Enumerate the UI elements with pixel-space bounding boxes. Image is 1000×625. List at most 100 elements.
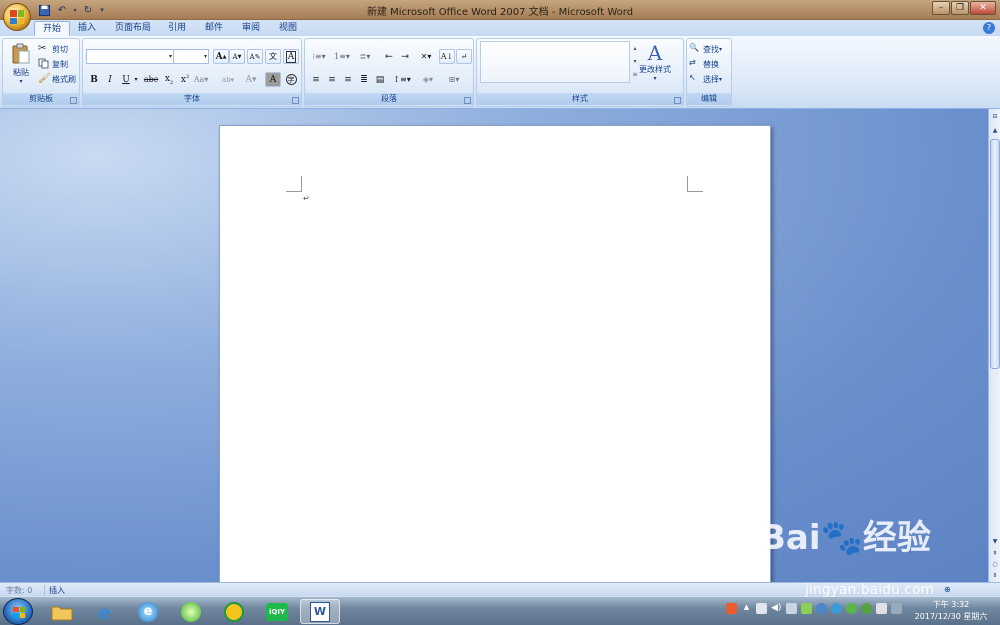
grow-font-button[interactable]: A ▲ (213, 49, 229, 64)
borders-button[interactable]: ⊞▾ (443, 72, 465, 87)
strikethrough-button[interactable]: abc (141, 72, 161, 87)
system-clock[interactable]: 下午 3:32 2017/12/30 星期六 (905, 599, 997, 623)
previous-page-icon[interactable]: ⇞ (990, 549, 1000, 559)
select-button[interactable]: ↖ 选择 ▾ (689, 73, 722, 85)
select-browse-object-icon[interactable]: ○ (990, 560, 1000, 570)
superscript-button[interactable]: x2 (177, 72, 193, 87)
tab-review[interactable]: 审阅 (234, 21, 268, 36)
scroll-thumb[interactable] (990, 139, 1000, 369)
distributed-button[interactable]: ▤ (372, 72, 388, 87)
align-center-button[interactable]: ≡ (324, 72, 340, 87)
office-button[interactable] (3, 3, 31, 31)
character-shading-button[interactable]: A (265, 72, 281, 87)
tab-insert[interactable]: 插入 (70, 21, 104, 36)
tray-input-icon[interactable] (876, 603, 887, 614)
align-left-button[interactable]: ≡ (308, 72, 324, 87)
gallery-up-icon[interactable]: ▴ (630, 42, 640, 55)
numbering-button[interactable]: 1≡▾ (331, 49, 353, 64)
taskbar-browser[interactable]: e (128, 599, 168, 624)
subscript-button[interactable]: x2 (161, 72, 177, 87)
chinese-layout-button[interactable]: ✕▾ (415, 49, 437, 64)
decrease-indent-button[interactable]: ⇤ (381, 49, 397, 64)
tab-view[interactable]: 视图 (271, 21, 305, 36)
taskbar-file-explorer[interactable] (42, 599, 82, 624)
show-paragraph-marks-button[interactable]: ↵ (456, 49, 472, 64)
italic-button[interactable]: I (102, 72, 118, 87)
tab-page-layout[interactable]: 页面布局 (107, 21, 159, 36)
shrink-font-button[interactable]: A ▼ (229, 49, 245, 64)
change-case-button[interactable]: Aa▾ (193, 72, 209, 87)
taskbar-iqiyi[interactable]: iQIY (257, 599, 297, 624)
system-tray: ▲ ◀) (726, 603, 902, 614)
gallery-more-icon[interactable]: ≡ (630, 68, 640, 81)
paste-button[interactable]: 粘贴 ▾ (9, 43, 33, 85)
tab-home[interactable]: 开始 (34, 21, 71, 36)
vertical-scrollbar[interactable]: ⊟ ▲ ▼ ⇞ ○ ⇟ (988, 109, 1000, 582)
shading-button[interactable]: ◈▾ (417, 72, 439, 87)
minimize-button[interactable]: – (932, 1, 950, 15)
copy-button[interactable]: 复制 (38, 58, 68, 70)
tab-mailings[interactable]: 邮件 (197, 21, 231, 36)
bold-button[interactable]: B (86, 72, 102, 87)
tray-battery-icon[interactable] (801, 603, 812, 614)
tray-360-icon[interactable] (846, 603, 857, 614)
next-page-icon[interactable]: ⇟ (990, 571, 1000, 581)
tray-flag-icon[interactable] (891, 603, 902, 614)
start-button[interactable] (3, 598, 33, 625)
volume-icon[interactable]: ◀) (771, 603, 782, 614)
insert-mode[interactable]: 插入 (44, 585, 65, 596)
font-size-dropdown-icon[interactable]: ▾ (204, 53, 207, 60)
highlight-button[interactable]: ab▾ (217, 72, 239, 87)
word-count[interactable]: 字数: 0 (6, 585, 32, 596)
replace-button[interactable]: ⇄ 替换 (689, 58, 719, 70)
margin-marker-top-right (687, 176, 703, 192)
sort-button[interactable]: A↓ (439, 49, 455, 64)
font-launcher-icon[interactable] (292, 97, 299, 104)
clear-formatting-button[interactable]: A✎ (247, 49, 263, 64)
align-right-button[interactable]: ≡ (340, 72, 356, 87)
character-border-button[interactable]: A (283, 49, 299, 64)
clipboard-launcher-icon[interactable] (70, 97, 77, 104)
font-name-dropdown-icon[interactable]: ▾ (169, 53, 172, 60)
font-name-combo[interactable]: ▾ (86, 49, 174, 64)
scroll-up-icon[interactable]: ▲ (990, 126, 1000, 136)
taskbar-word[interactable]: W (300, 599, 340, 624)
taskbar-internet-explorer[interactable]: e (85, 599, 125, 624)
maximize-button[interactable]: ❐ (951, 1, 969, 15)
justify-button[interactable]: ≣ (356, 72, 372, 87)
tray-expand-icon[interactable]: ▲ (741, 603, 752, 614)
ruler-toggle-icon[interactable]: ⊟ (990, 112, 1000, 122)
network-icon[interactable] (786, 603, 797, 614)
format-painter-button[interactable]: 🖌 格式刷 (38, 73, 76, 85)
increase-indent-button[interactable]: ⇥ (397, 49, 413, 64)
close-button[interactable]: ✕ (970, 1, 996, 15)
cut-button[interactable]: ✂ 剪切 (38, 43, 68, 55)
enclose-characters-button[interactable]: 字 (283, 72, 299, 87)
tray-sync-icon[interactable] (831, 603, 842, 614)
phonetic-guide-button[interactable]: 文 (265, 49, 281, 64)
line-spacing-button[interactable]: ↕≡▾ (391, 72, 413, 87)
tray-app-icon[interactable] (726, 603, 737, 614)
styles-launcher-icon[interactable] (674, 97, 681, 104)
paragraph-launcher-icon[interactable] (464, 97, 471, 104)
tray-security-icon[interactable] (816, 603, 827, 614)
font-size-combo[interactable]: ▾ (173, 49, 209, 64)
scroll-down-icon[interactable]: ▼ (990, 537, 1000, 547)
bullets-button[interactable]: ⁝≡▾ (308, 49, 330, 64)
clock-date: 2017/12/30 星期六 (914, 612, 988, 621)
styles-gallery[interactable] (480, 41, 630, 83)
multilevel-list-button[interactable]: ≣▾ (354, 49, 376, 64)
find-button[interactable]: 🔍 查找 ▾ (689, 43, 722, 55)
taskbar-360-browser[interactable] (171, 599, 211, 624)
font-color-button[interactable]: A▾ (241, 72, 261, 87)
gallery-down-icon[interactable]: ▾ (630, 55, 640, 68)
tab-references[interactable]: 引用 (160, 21, 194, 36)
taskbar-music-app[interactable] (214, 599, 254, 624)
help-icon[interactable]: ? (983, 22, 995, 34)
tray-device-icon[interactable] (756, 603, 767, 614)
select-cursor-icon: ↖ (689, 73, 696, 82)
tray-shield-icon[interactable] (861, 603, 872, 614)
zoom-in-icon[interactable]: ⊕ (944, 585, 951, 594)
document-page[interactable]: ↵ (219, 125, 771, 582)
underline-dropdown-icon[interactable]: ▾ (132, 72, 140, 87)
